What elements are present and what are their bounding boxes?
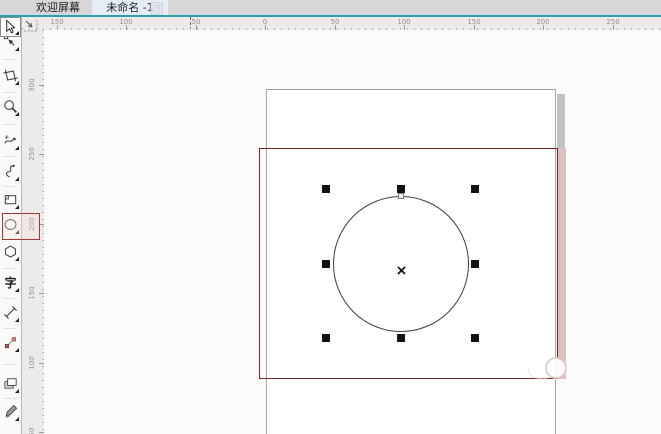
toolbar-separator bbox=[3, 398, 17, 399]
toolbar-separator bbox=[3, 364, 17, 365]
toolbar-separator bbox=[3, 298, 17, 299]
flyout-arrow-icon bbox=[15, 146, 19, 150]
ruler-label: 100 bbox=[116, 18, 136, 26]
flyout-arrow-icon bbox=[15, 348, 19, 352]
ruler-label: 50 bbox=[325, 18, 345, 26]
flyout-arrow-icon bbox=[15, 288, 19, 292]
flyout-arrow-icon bbox=[15, 389, 19, 393]
ruler-origin-icon bbox=[23, 17, 39, 30]
flyout-arrow-icon bbox=[15, 31, 19, 35]
flyout-arrow-icon bbox=[15, 47, 19, 51]
ruler-label: 50 bbox=[186, 18, 206, 26]
dimension-tool[interactable] bbox=[1, 303, 20, 323]
toolbar-separator bbox=[3, 124, 17, 125]
eyedropper-tool[interactable] bbox=[1, 402, 20, 422]
flyout-arrow-icon bbox=[15, 177, 19, 181]
coreldraw-window: 欢迎屏幕 未命名 -1 150 100 50 0 50 100 150 200 250 300 2… bbox=[0, 0, 661, 434]
flyout-arrow-icon bbox=[15, 257, 19, 261]
ruler-label: 200 bbox=[533, 18, 553, 26]
ruler-mouse-marker bbox=[190, 17, 191, 30]
document-tab-bar: 欢迎屏幕 未命名 -1 bbox=[0, 0, 661, 17]
drop-shadow-tool[interactable] bbox=[1, 374, 20, 394]
lock-icon bbox=[150, 2, 163, 15]
horizontal-ruler[interactable]: 150 100 50 0 50 100 150 200 250 bbox=[22, 17, 661, 31]
toolbar-separator bbox=[3, 268, 17, 269]
ruler-label: 150 bbox=[464, 18, 484, 26]
text-tool[interactable]: 字 bbox=[1, 273, 20, 293]
ruler-label: 100 bbox=[394, 18, 414, 26]
ruler-label: 100 bbox=[27, 353, 37, 373]
ruler-label: 300 bbox=[27, 75, 37, 95]
toolbar-separator bbox=[3, 328, 17, 329]
flyout-arrow-icon bbox=[15, 417, 19, 421]
ruler-label: 0 bbox=[255, 18, 275, 26]
crop-tool[interactable] bbox=[1, 66, 20, 86]
ruler-label: 150 bbox=[27, 283, 37, 303]
ruler-label: 250 bbox=[27, 144, 37, 164]
pick-tool[interactable] bbox=[0, 17, 21, 37]
flyout-arrow-icon bbox=[15, 81, 19, 85]
flyout-arrow-icon bbox=[15, 205, 19, 209]
ruler-label: 250 bbox=[603, 18, 623, 26]
toolbar-separator bbox=[3, 156, 17, 157]
tab-welcome-screen[interactable]: 欢迎屏幕 bbox=[26, 0, 90, 15]
toolbar-separator bbox=[3, 186, 17, 187]
toolbar-separator bbox=[3, 59, 17, 60]
ellipse-tool-highlight-annotation bbox=[2, 213, 40, 240]
drawing-canvas[interactable] bbox=[44, 30, 661, 434]
ruler-label: 50 bbox=[27, 422, 37, 434]
flyout-arrow-icon bbox=[15, 318, 19, 322]
ruler-label: 150 bbox=[47, 18, 67, 26]
freehand-tool[interactable] bbox=[1, 131, 20, 151]
zoom-tool[interactable] bbox=[1, 97, 20, 117]
bspline-tool[interactable] bbox=[1, 162, 20, 182]
flyout-arrow-icon bbox=[15, 112, 19, 116]
polygon-tool[interactable] bbox=[1, 242, 20, 262]
rectangle-tool[interactable] bbox=[1, 190, 20, 210]
toolbar-separator bbox=[3, 92, 17, 93]
connector-tool[interactable] bbox=[1, 333, 20, 353]
